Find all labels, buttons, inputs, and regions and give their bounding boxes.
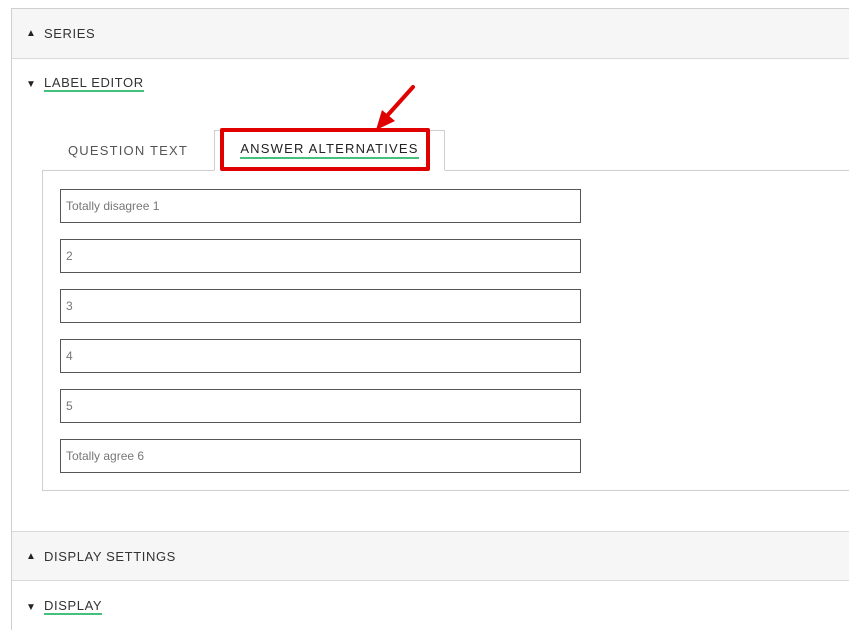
answer-field-4[interactable] <box>60 339 581 373</box>
display-section-header[interactable]: ▼ DISPLAY <box>12 582 849 632</box>
tab-question-text[interactable]: QUESTION TEXT <box>42 129 214 171</box>
collapse-arrow-icon: ▲ <box>26 28 36 39</box>
answer-field-5[interactable] <box>60 389 581 423</box>
answer-field-2[interactable] <box>60 239 581 273</box>
tab-answer-alternatives[interactable]: ANSWER ALTERNATIVES <box>214 130 445 171</box>
display-settings-section-header[interactable]: ▲ DISPLAY SETTINGS <box>12 531 849 581</box>
display-settings-section-label: DISPLAY SETTINGS <box>44 548 176 564</box>
label-editor-section-header[interactable]: ▼ LABEL EDITOR <box>12 59 849 109</box>
label-editor-section-label: LABEL EDITOR <box>44 75 144 92</box>
settings-panel: ▲ SERIES ▼ LABEL EDITOR QUESTION TEXT AN… <box>11 8 849 630</box>
answer-alternatives-panel <box>42 170 849 491</box>
expand-arrow-icon: ▼ <box>26 601 36 613</box>
display-section-label: DISPLAY <box>44 598 103 615</box>
answer-field-3[interactable] <box>60 289 581 323</box>
expand-arrow-icon: ▼ <box>26 78 36 90</box>
answer-field-1[interactable] <box>60 189 581 223</box>
tab-answer-alternatives-label: ANSWER ALTERNATIVES <box>240 142 419 159</box>
collapse-arrow-icon: ▲ <box>26 550 36 562</box>
answer-field-6[interactable] <box>60 439 581 473</box>
series-section-header[interactable]: ▲ SERIES <box>12 9 849 59</box>
series-section-label: SERIES <box>44 26 96 41</box>
